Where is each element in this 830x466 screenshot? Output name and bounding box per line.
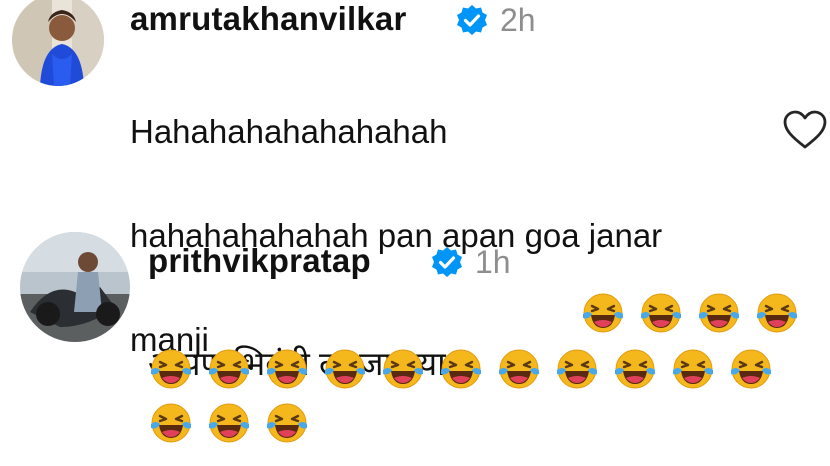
laughing-emoji-icon	[206, 346, 252, 392]
laughing-emoji-icon	[148, 346, 194, 392]
laughing-emoji-icon	[554, 346, 600, 392]
laughing-emoji-icon	[638, 290, 684, 336]
laughing-emoji-icon	[380, 346, 426, 392]
laughing-emoji-icon	[438, 346, 484, 392]
laughing-emoji-icon	[612, 346, 658, 392]
emoji-row	[580, 290, 800, 336]
username[interactable]: prithvikpratap	[148, 242, 371, 280]
laughing-emoji-icon	[206, 400, 252, 446]
emoji-row	[148, 346, 774, 392]
username[interactable]: amrutakhanvilkar	[130, 0, 407, 38]
heart-outline-icon[interactable]	[782, 110, 828, 150]
laughing-emoji-icon	[754, 290, 800, 336]
verified-badge-icon	[430, 246, 464, 280]
verified-badge-icon	[455, 4, 489, 38]
comment-amrutakhanvilkar: amrutakhanvilkar 2h Hahahahahahahahah ha…	[0, 0, 830, 358]
timestamp[interactable]: 1h	[475, 244, 511, 281]
laughing-emoji-icon	[696, 290, 742, 336]
laughing-emoji-icon	[148, 400, 194, 446]
emoji-row	[148, 400, 310, 446]
laughing-emoji-icon	[580, 290, 626, 336]
laughing-emoji-icon	[264, 346, 310, 392]
laughing-emoji-icon	[264, 400, 310, 446]
timestamp[interactable]: 2h	[500, 2, 536, 39]
laughing-emoji-icon	[728, 346, 774, 392]
laughing-emoji-icon	[496, 346, 542, 392]
laughing-emoji-icon	[322, 346, 368, 392]
avatar[interactable]	[20, 232, 130, 342]
avatar[interactable]	[12, 0, 104, 86]
laughing-emoji-icon	[670, 346, 716, 392]
reply-prithvikpratap: prithvikpratap 1h आपण भिवंडी ला जाऊया?	[0, 220, 830, 466]
comment-text-line: Hahahahahahahahah	[130, 113, 448, 150]
